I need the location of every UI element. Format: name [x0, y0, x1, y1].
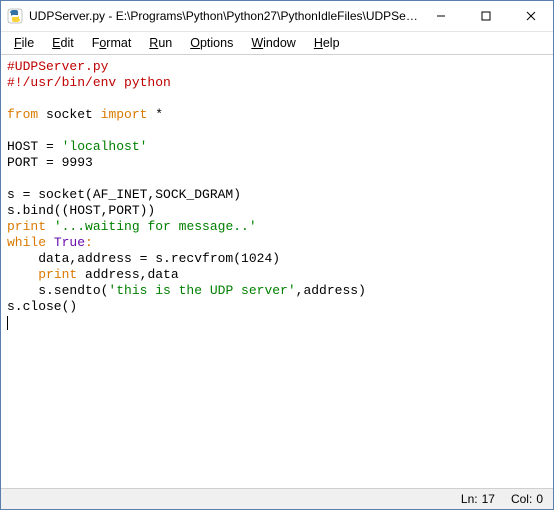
code-token: while	[7, 235, 46, 250]
code-token: import	[101, 107, 148, 122]
titlebar: UDPServer.py - E:\Programs\Python\Python…	[1, 1, 553, 32]
code-token	[46, 219, 54, 234]
code-line: s.close()	[7, 299, 77, 314]
code-line: #!/usr/bin/env python	[7, 75, 171, 90]
code-token: print	[38, 267, 77, 282]
code-token	[46, 235, 54, 250]
text-caret	[7, 316, 8, 330]
statusbar: Ln: 17 Col: 0	[1, 488, 553, 509]
code-token	[7, 267, 38, 282]
code-token: socket	[38, 107, 100, 122]
code-token: True	[54, 235, 85, 250]
code-token: address,data	[77, 267, 178, 282]
code-token: *	[147, 107, 163, 122]
menu-run[interactable]: Run	[140, 34, 181, 52]
menu-edit[interactable]: Edit	[43, 34, 83, 52]
window-title: UDPServer.py - E:\Programs\Python\Python…	[29, 9, 418, 23]
code-token: print	[7, 219, 46, 234]
code-token: 'this is the UDP server'	[108, 283, 295, 298]
code-token: from	[7, 107, 38, 122]
code-line: PORT = 9993	[7, 155, 93, 170]
maximize-button[interactable]	[463, 1, 508, 31]
status-ln-label: Ln:	[461, 492, 478, 506]
code-line: data,address = s.recvfrom(1024)	[7, 251, 280, 266]
code-token: HOST =	[7, 139, 62, 154]
status-col-label: Col:	[511, 492, 532, 506]
code-token: ,address)	[296, 283, 366, 298]
menu-help[interactable]: Help	[305, 34, 349, 52]
menu-format[interactable]: Format	[83, 34, 141, 52]
menu-window[interactable]: Window	[242, 34, 304, 52]
code-token: :	[85, 235, 93, 250]
status-ln-value: 17	[482, 492, 495, 506]
code-line: s = socket(AF_INET,SOCK_DGRAM)	[7, 187, 241, 202]
code-line: s.bind((HOST,PORT))	[7, 203, 155, 218]
menubar: File Edit Format Run Options Window Help	[1, 32, 553, 55]
code-token: s.sendto(	[7, 283, 108, 298]
code-editor[interactable]: #UDPServer.py #!/usr/bin/env python from…	[1, 55, 553, 488]
python-idle-icon	[7, 8, 23, 24]
code-token: '...waiting for message..'	[54, 219, 257, 234]
close-button[interactable]	[508, 1, 553, 31]
menu-file[interactable]: File	[5, 34, 43, 52]
status-col-value: 0	[536, 492, 543, 506]
code-line: #UDPServer.py	[7, 59, 108, 74]
window: UDPServer.py - E:\Programs\Python\Python…	[0, 0, 554, 510]
minimize-button[interactable]	[418, 1, 463, 31]
code-token: 'localhost'	[62, 139, 148, 154]
menu-options[interactable]: Options	[181, 34, 242, 52]
